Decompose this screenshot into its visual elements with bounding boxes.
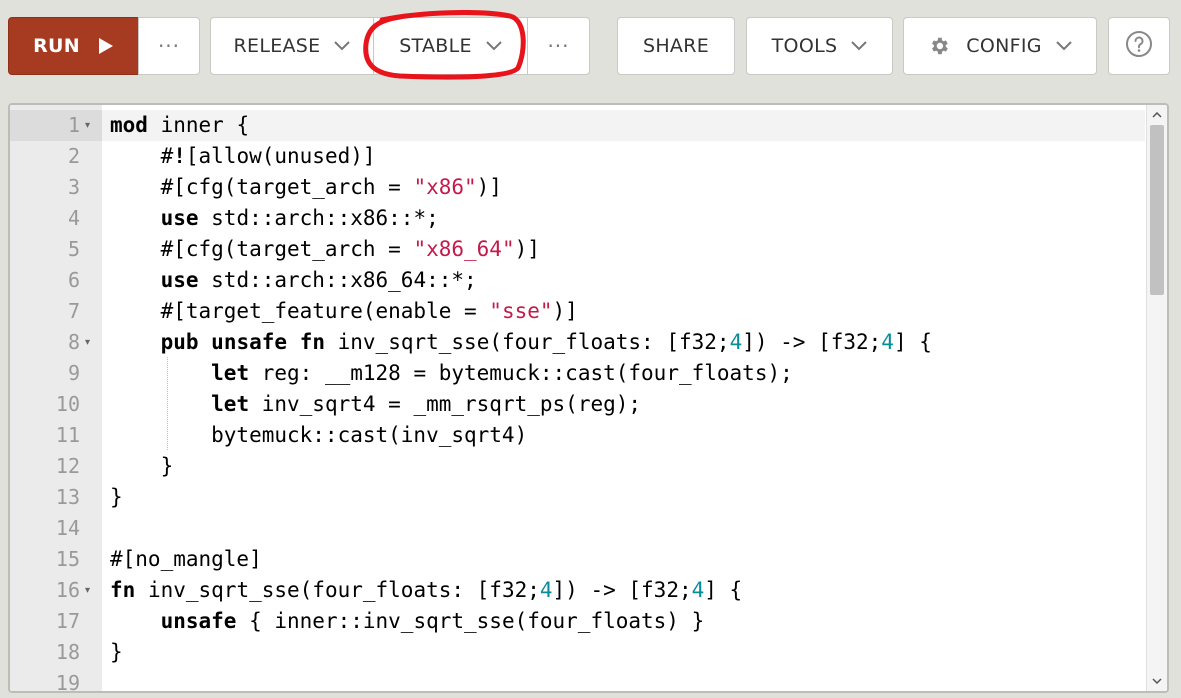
scrollbar-thumb[interactable] <box>1150 125 1164 295</box>
code-line[interactable]: let inv_sqrt4 = _mm_rsqrt_ps(reg); <box>110 389 641 420</box>
code-line[interactable]: pub unsafe fn inv_sqrt_sse(four_floats: … <box>110 327 932 358</box>
play-icon <box>98 37 114 55</box>
run-more-button[interactable]: ··· <box>138 17 200 75</box>
channel-more-button[interactable]: ··· <box>527 17 590 75</box>
build-mode-label: RELEASE <box>233 35 321 57</box>
fold-toggle-icon[interactable]: ▾ <box>85 575 90 606</box>
config-dropdown[interactable]: CONFIG <box>903 17 1097 75</box>
run-button[interactable]: RUN <box>8 17 139 75</box>
code-line[interactable]: #[cfg(target_arch = "x86_64")] <box>110 234 540 265</box>
fold-toggle-icon[interactable]: ▾ <box>85 327 90 358</box>
line-number: 7 <box>67 299 80 323</box>
vertical-scrollbar[interactable] <box>1146 105 1167 691</box>
code-line[interactable]: #[no_mangle] <box>110 544 262 575</box>
line-number: 5 <box>67 237 80 261</box>
code-line[interactable]: use std::arch::x86::*; <box>110 203 439 234</box>
line-number: 2 <box>67 144 80 168</box>
line-number: 8 <box>67 330 80 354</box>
more-dots: ··· <box>547 34 570 58</box>
code-line[interactable]: mod inner { <box>110 110 249 141</box>
channel-label: STABLE <box>399 35 472 57</box>
code-line[interactable]: #[cfg(target_arch = "x86")] <box>110 172 502 203</box>
chevron-down-icon <box>486 41 502 51</box>
line-number: 9 <box>67 361 80 385</box>
line-number: 18 <box>55 640 80 664</box>
share-label: SHARE <box>642 35 710 57</box>
channel-dropdown[interactable]: STABLE <box>373 17 528 75</box>
line-number: 14 <box>55 516 80 540</box>
fold-toggle-icon[interactable]: ▾ <box>85 110 90 141</box>
chevron-down-icon <box>334 41 351 51</box>
help-button[interactable] <box>1108 17 1170 75</box>
line-number: 10 <box>55 392 80 416</box>
code-line[interactable]: #[target_feature(enable = "sse")] <box>110 296 578 327</box>
line-number: 13 <box>55 485 80 509</box>
config-label: CONFIG <box>966 35 1042 57</box>
build-mode-dropdown[interactable]: RELEASE <box>210 17 374 75</box>
line-number: 19 <box>55 671 80 693</box>
code-line[interactable]: } <box>110 637 123 668</box>
run-label: RUN <box>33 35 80 57</box>
code-line[interactable]: } <box>110 482 123 513</box>
code-line[interactable]: bytemuck::cast(inv_sqrt4) <box>110 420 527 451</box>
more-dots: ··· <box>157 34 181 58</box>
code-line[interactable]: use std::arch::x86_64::*; <box>110 265 477 296</box>
code-line[interactable]: fn inv_sqrt_sse(four_floats: [f32;4]) ->… <box>110 575 742 606</box>
scroll-up-arrow-icon[interactable] <box>1147 105 1167 125</box>
tools-label: TOOLS <box>771 35 838 57</box>
help-circle-icon <box>1125 30 1153 63</box>
share-button[interactable]: SHARE <box>617 17 735 75</box>
line-number: 3 <box>67 175 80 199</box>
scroll-down-arrow-icon[interactable] <box>1147 671 1167 691</box>
line-number: 17 <box>55 609 80 633</box>
code-line[interactable]: #![allow(unused)] <box>110 141 376 172</box>
line-number: 4 <box>67 206 80 230</box>
tools-dropdown[interactable]: TOOLS <box>746 17 893 75</box>
line-number: 15 <box>55 547 80 571</box>
line-number: 12 <box>55 454 80 478</box>
code-line[interactable]: } <box>110 451 174 482</box>
code-line[interactable]: unsafe { inner::inv_sqrt_sse(four_floats… <box>110 606 705 637</box>
active-line-highlight <box>102 110 1145 141</box>
chevron-down-icon <box>851 41 868 51</box>
gear-icon <box>928 35 950 57</box>
chevron-down-icon <box>1056 41 1072 51</box>
code-line[interactable]: let reg: __m128 = bytemuck::cast(four_fl… <box>110 358 793 389</box>
code-editor[interactable]: mod inner { #![allow(unused)] #[cfg(targ… <box>8 103 1169 693</box>
line-number: 6 <box>67 268 80 292</box>
line-number: 16 <box>55 578 80 602</box>
line-number: 11 <box>55 423 80 447</box>
line-number: 1 <box>67 113 80 137</box>
